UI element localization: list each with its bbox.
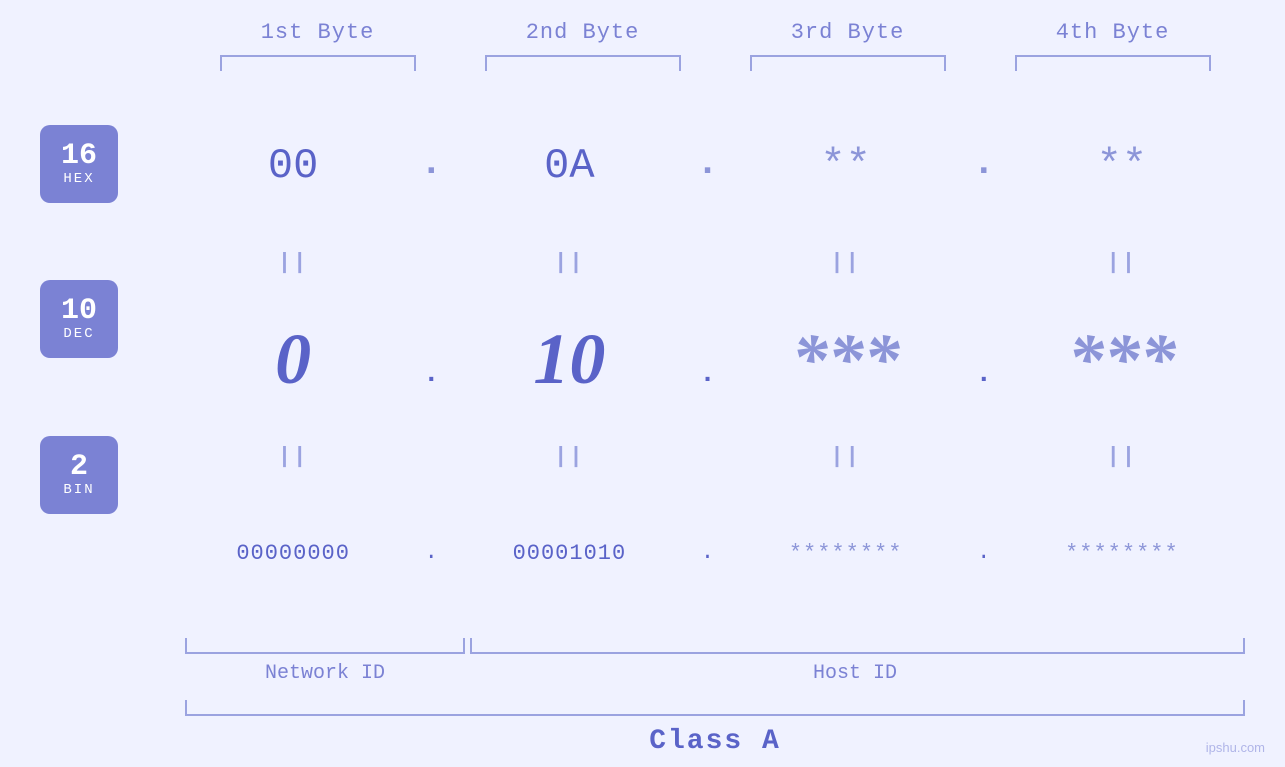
bin-value-4: ******** [1065,541,1179,566]
top-bracket-4 [1015,55,1211,71]
equals-row-2: || || || || [170,439,1245,474]
equals-cell-5: || [170,444,416,469]
equals-cell-8: || [999,444,1245,469]
host-id-bracket [470,638,1245,654]
bin-cell-4: ******** [999,541,1245,566]
dec-label: DEC [63,326,94,342]
dec-cell-2: 10 [446,318,692,401]
equals-8: || [1107,444,1137,469]
hex-row: 00 . 0A . ** . ** [170,86,1245,245]
hex-dot-3: . [969,142,999,190]
hex-value-3: ** [820,142,870,190]
hex-cell-2: 0A [446,142,692,190]
base-badges-column: 16 HEX 10 DEC 2 BIN [40,86,170,633]
bottom-section: Network ID Host ID [40,638,1245,700]
dec-cell-4: *** [999,318,1245,401]
equals-row-1: || || || || [170,245,1245,280]
dec-cell-1: 0 [170,318,416,401]
equals-cell-3: || [723,250,969,275]
dec-badge: 10 DEC [40,280,118,358]
hex-cell-4: ** [999,142,1245,190]
equals-cell-1: || [170,250,416,275]
main-container: 1st Byte 2nd Byte 3rd Byte 4th Byte 16 H… [0,0,1285,767]
rows-area: 00 . 0A . ** . ** [170,86,1245,633]
equals-3: || [830,250,860,275]
dec-cell-3: *** [723,318,969,401]
equals-4: || [1107,250,1137,275]
bottom-labels-row: Network ID Host ID [185,662,1245,685]
dec-value-1: 0 [275,318,311,401]
byte-label-2: 2nd Byte [450,20,715,45]
dec-number: 10 [61,296,97,326]
class-label: Class A [185,726,1245,757]
network-id-label: Network ID [185,662,465,685]
bin-value-1: 00000000 [236,541,350,566]
bottom-brackets-row [185,638,1245,654]
bin-value-3: ******** [789,541,903,566]
equals-cell-2: || [446,250,692,275]
dec-dot-2: . [693,329,723,390]
top-bracket-2 [485,55,681,71]
bin-cell-3: ******** [723,541,969,566]
dec-dot-3: . [969,329,999,390]
top-bracket-3 [750,55,946,71]
watermark: ipshu.com [1206,740,1265,755]
hex-value-2: 0A [544,142,594,190]
hex-dot-2: . [693,142,723,190]
equals-6: || [554,444,584,469]
bin-cell-1: 00000000 [170,541,416,566]
dec-value-4: *** [1068,318,1176,401]
equals-2: || [554,250,584,275]
bin-dot-3: . [969,540,999,567]
content-grid: 16 HEX 10 DEC 2 BIN 00 . [40,86,1245,633]
host-id-label: Host ID [465,662,1245,685]
bin-cell-2: 00001010 [446,541,692,566]
bracket-cell-4 [980,55,1245,71]
top-brackets-row [40,55,1245,71]
top-bracket-1 [220,55,416,71]
equals-cell-7: || [723,444,969,469]
hex-cell-1: 00 [170,142,416,190]
bin-dot-1: . [416,540,446,567]
class-section: Class A [40,700,1245,757]
equals-1: || [278,250,308,275]
network-id-bracket [185,638,465,654]
hex-number: 16 [61,141,97,171]
dec-value-2: 10 [533,318,605,401]
equals-7: || [830,444,860,469]
dec-dot-1: . [416,329,446,390]
bin-label: BIN [63,482,94,498]
bin-dot-2: . [693,540,723,567]
bin-badge: 2 BIN [40,436,118,514]
byte-label-4: 4th Byte [980,20,1245,45]
bin-number: 2 [70,452,88,482]
equals-5: || [278,444,308,469]
dec-value-3: *** [792,318,900,401]
hex-value-4: ** [1097,142,1147,190]
bracket-cell-2 [450,55,715,71]
dec-row: 0 . 10 . *** . *** [170,280,1245,439]
hex-cell-3: ** [723,142,969,190]
byte-label-3: 3rd Byte [715,20,980,45]
class-full-bracket [185,700,1245,716]
bracket-cell-1 [185,55,450,71]
bracket-cell-3 [715,55,980,71]
equals-cell-6: || [446,444,692,469]
hex-label: HEX [63,171,94,187]
bin-value-2: 00001010 [513,541,627,566]
byte-labels-row: 1st Byte 2nd Byte 3rd Byte 4th Byte [40,20,1245,45]
bin-row: 00000000 . 00001010 . ******** . [170,474,1245,633]
equals-cell-4: || [999,250,1245,275]
hex-dot-1: . [416,142,446,190]
hex-value-1: 00 [268,142,318,190]
byte-label-1: 1st Byte [185,20,450,45]
hex-badge: 16 HEX [40,125,118,203]
